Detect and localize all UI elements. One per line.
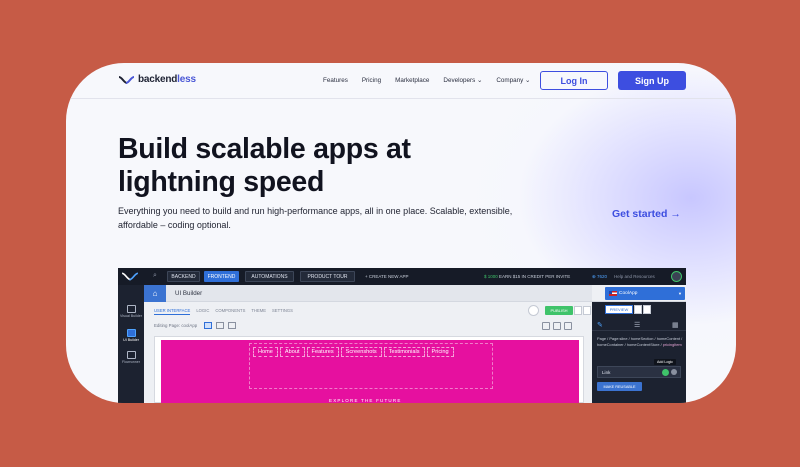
search-icon[interactable]: ⌕ — [153, 272, 157, 280]
sidebar-item-visual-builder[interactable]: Visual Builder — [119, 305, 143, 318]
grid-icon[interactable]: ▦ — [672, 321, 679, 329]
panel-tabs: ✎ ☰ ▦ — [592, 319, 686, 331]
tablet-icon[interactable] — [216, 322, 224, 329]
builder-header: ⌂ UI Builder — [144, 285, 592, 302]
sidebar-item-flowrunner[interactable]: Flowrunner — [119, 351, 143, 364]
automations-tab[interactable]: AUTOMATIONS — [245, 271, 294, 282]
login-button[interactable]: Log In — [540, 71, 608, 90]
tab-components[interactable]: COMPONENTS — [215, 308, 245, 315]
undo-icon[interactable] — [553, 322, 561, 330]
app-sidebar: Visual Builder UI Builder Flowrunner — [118, 285, 144, 403]
make-reusable-button[interactable]: MAKE REUSABLE — [597, 382, 642, 391]
hero-title: Build scalable apps at lightning speed — [118, 133, 498, 199]
desktop-preview-icon[interactable] — [643, 305, 651, 314]
ui-builder-area: ⌂ UI Builder USER INTERFACE LOGIC COMPON… — [144, 285, 592, 403]
chevron-down-icon: ▼ — [678, 291, 682, 296]
tab-settings[interactable]: SETTINGS — [272, 308, 293, 315]
site-nav-pricing[interactable]: Pricing — [426, 347, 454, 357]
preview-button[interactable]: PREVIEW — [605, 305, 633, 314]
device-switcher — [204, 322, 236, 329]
explore-heading: EXPLORE THE FUTURE — [329, 398, 402, 403]
grid-icon[interactable] — [542, 322, 550, 330]
sidebar-item-ui-builder[interactable]: UI Builder — [119, 329, 143, 342]
nav-item-features[interactable]: Features — [323, 77, 348, 84]
landing-page-card: backendless Features Pricing Marketplace… — [66, 63, 736, 403]
backendless-logo-icon — [118, 75, 135, 84]
mobile-preview-icon[interactable] — [634, 305, 642, 314]
page-preview[interactable]: Home About Features Screenshots Testimon… — [161, 340, 579, 403]
refresh-icon[interactable] — [528, 305, 539, 316]
component-breadcrumb[interactable]: Page / Page:sline / homeSection / homeCo… — [597, 336, 683, 348]
builder-canvas[interactable]: Home About Features Screenshots Testimon… — [154, 336, 584, 403]
hero-title-line-1: Build scalable apps at — [118, 133, 411, 165]
site-nav-testimonials[interactable]: Testimonials — [383, 347, 425, 357]
tab-logic[interactable]: LOGIC — [196, 308, 209, 315]
builder-tabs: USER INTERFACE LOGIC COMPONENTS THEME SE… — [154, 308, 299, 315]
add-logic-tooltip: Add Logic — [654, 359, 676, 365]
nav-item-developers[interactable]: Developers ⌄ — [443, 77, 482, 84]
redo-icon[interactable] — [564, 322, 572, 330]
app-selector[interactable]: CoolApp ▼ — [605, 287, 685, 300]
tab-user-interface[interactable]: USER INTERFACE — [154, 308, 191, 315]
properties-panel: CoolApp ▼ PREVIEW ✎ ☰ ▦ Page / Page:slin… — [592, 285, 686, 403]
ui-builder-icon — [126, 329, 136, 337]
builder-icon — [126, 305, 136, 313]
get-started-link[interactable]: Get started → — [612, 208, 681, 220]
builder-title: UI Builder — [175, 290, 203, 297]
help-link[interactable]: Help and Resources — [614, 274, 655, 279]
flag-icon — [609, 291, 617, 296]
frontend-tab[interactable]: FRONTEND — [204, 271, 239, 282]
brush-icon[interactable]: ✎ — [597, 321, 603, 329]
product-tour-tab[interactable]: PRODUCT TOUR — [300, 271, 355, 282]
brand-logo[interactable]: backendless — [118, 74, 196, 85]
tab-theme[interactable]: THEME — [251, 308, 266, 315]
site-nav-home[interactable]: Home — [253, 347, 278, 357]
top-navigation: backendless Features Pricing Marketplace… — [66, 63, 736, 99]
history-controls — [542, 322, 572, 330]
site-nav: Home About Features Screenshots Testimon… — [253, 347, 456, 357]
backend-tab[interactable]: BACKEND — [167, 271, 200, 282]
home-icon[interactable]: ⌂ — [144, 285, 166, 302]
app-logo-icon — [121, 272, 139, 281]
app-topbar: ⌕ BACKEND FRONTEND AUTOMATIONS PRODUCT T… — [118, 268, 686, 285]
hero-title-line-2: lightning speed — [118, 166, 325, 198]
editing-page-label: Editing Page: coolApp — [154, 323, 198, 328]
logic-icon[interactable] — [662, 369, 669, 376]
nav-item-company[interactable]: Company ⌄ — [496, 77, 530, 84]
app-preview-screenshot: ⌕ BACKEND FRONTEND AUTOMATIONS PRODUCT T… — [118, 268, 686, 403]
nav-item-marketplace[interactable]: Marketplace — [395, 77, 429, 84]
brand-name: backendless — [138, 74, 196, 85]
settings-icon[interactable] — [671, 369, 677, 375]
site-nav-features[interactable]: Features — [306, 347, 339, 357]
mobile-icon[interactable] — [228, 322, 236, 329]
panel-header: CoolApp ▼ — [592, 285, 686, 302]
flow-icon — [126, 351, 136, 359]
desktop-icon[interactable] — [204, 322, 212, 329]
external-link-icon[interactable] — [583, 306, 591, 315]
create-app-link[interactable]: + CREATE NEW APP — [365, 274, 409, 279]
site-nav-about[interactable]: About — [279, 347, 305, 357]
avatar[interactable] — [671, 271, 682, 282]
hero-subtitle: Everything you need to build and run hig… — [118, 206, 513, 230]
site-nav-screenshots[interactable]: Screenshots — [340, 347, 382, 357]
points-badge[interactable]: ⊕ 7620 — [592, 274, 607, 280]
cloud-icon[interactable] — [574, 306, 582, 315]
nav-item-pricing[interactable]: Pricing — [362, 77, 381, 84]
publish-button[interactable]: PUBLISH — [545, 306, 573, 315]
signup-button[interactable]: Sign Up — [618, 71, 686, 90]
list-icon[interactable]: ☰ — [634, 321, 640, 329]
credits-info[interactable]: $ 1000 EARN $15 IN CREDIT PER INVITE — [484, 274, 570, 279]
main-menu: Features Pricing Marketplace Developers … — [323, 77, 530, 84]
